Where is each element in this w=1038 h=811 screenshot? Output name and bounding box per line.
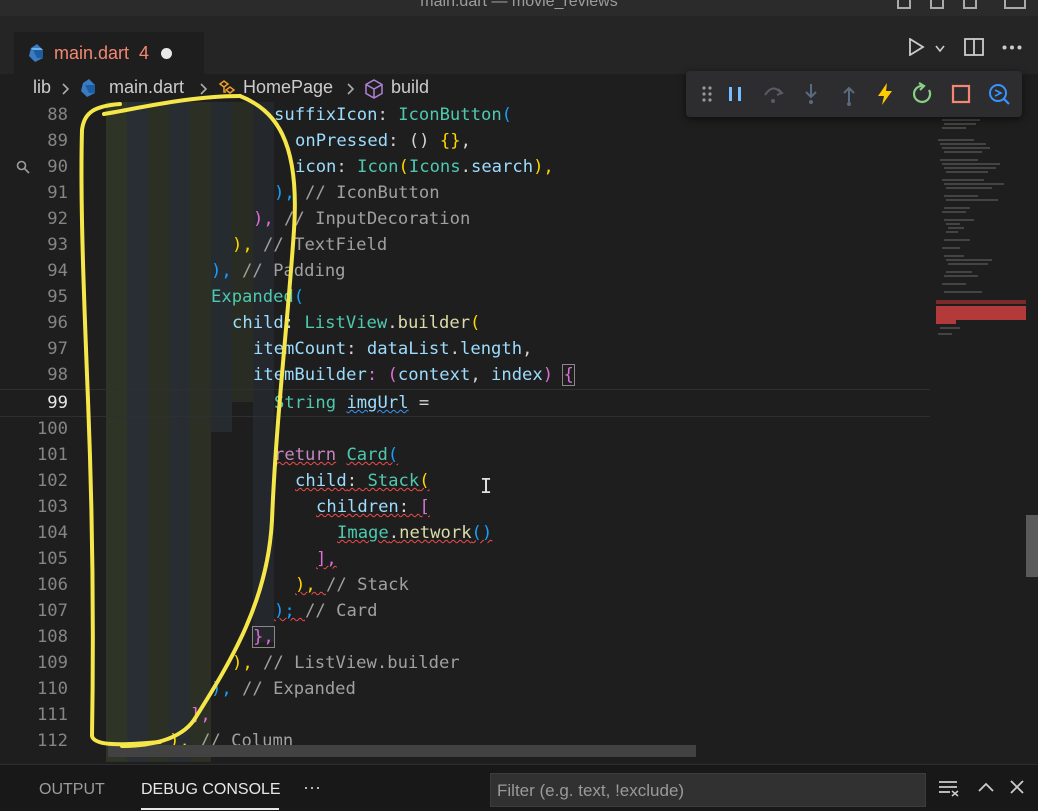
- method-icon: [365, 79, 383, 99]
- step-out-icon[interactable]: [836, 81, 862, 107]
- devtools-icon[interactable]: [986, 81, 1012, 107]
- step-over-icon[interactable]: [760, 81, 786, 107]
- code-line: 106), // Stack: [0, 572, 930, 598]
- tab-main-dart[interactable]: main.dart 4: [14, 32, 204, 74]
- debug-toolbar: [686, 71, 1022, 117]
- horizontal-scrollbar[interactable]: [108, 745, 696, 757]
- code-line: 96 child: ListView.builder(: [0, 310, 930, 336]
- line-number: 93: [47, 235, 68, 255]
- line-number: 105: [36, 549, 68, 569]
- title-bar: main.dart — movie_reviews: [0, 0, 1038, 16]
- clear-console-icon[interactable]: [938, 779, 960, 797]
- problem-count-badge: 4: [139, 42, 150, 63]
- code-line: 105],: [0, 546, 930, 572]
- line-number: 88: [47, 105, 68, 125]
- drag-handle-icon[interactable]: [694, 81, 720, 107]
- line-number: 101: [36, 445, 68, 465]
- editor-tab-bar: main.dart 4: [0, 16, 1038, 75]
- line-number: 103: [36, 497, 68, 517]
- tab-title: main.dart: [54, 42, 130, 63]
- code-line: 90 icon: Icon(Icons.search),: [0, 154, 930, 180]
- line-number: 110: [36, 679, 68, 699]
- stop-icon[interactable]: [948, 81, 974, 107]
- sidebar-toggle-icon[interactable]: [963, 0, 977, 9]
- line-number: 91: [47, 183, 68, 203]
- code-line: 110), // Expanded: [0, 676, 930, 702]
- line-number: 100: [36, 419, 68, 439]
- line-number: 108: [36, 627, 68, 647]
- line-number: 94: [47, 261, 68, 281]
- filter-field[interactable]: [490, 773, 933, 808]
- code-line: 107); // Card: [0, 598, 930, 624]
- minimap[interactable]: [930, 102, 1038, 762]
- line-number: 98: [47, 365, 68, 385]
- code-line: 95 Expanded(: [0, 284, 930, 310]
- layout-toggle-icon[interactable]: [897, 0, 911, 9]
- line-number: 106: [36, 575, 68, 595]
- dart-file-icon: [81, 79, 95, 97]
- panel-more-icon[interactable]: ···: [303, 777, 321, 798]
- restart-icon[interactable]: [910, 81, 936, 107]
- line-number: 112: [36, 731, 68, 751]
- line-number: 107: [36, 601, 68, 621]
- vertical-scrollbar[interactable]: [1026, 515, 1038, 577]
- line-number: 96: [47, 313, 68, 333]
- line-number: 111: [36, 705, 68, 725]
- filter-input[interactable]: [491, 774, 933, 808]
- code-line: 92), // InputDecoration: [0, 206, 930, 232]
- tab-debug-console[interactable]: DEBUG CONSOLE: [141, 781, 281, 799]
- tab-output[interactable]: OUTPUT: [39, 781, 105, 799]
- code-line: 101 return Card(: [0, 442, 930, 468]
- code-line: 98 itemBuilder: (context, index) {: [0, 362, 930, 388]
- line-number: 99: [47, 393, 68, 413]
- maximize-panel-icon[interactable]: [978, 782, 994, 792]
- code-line: 100: [0, 416, 930, 442]
- code-line: 111],: [0, 702, 930, 728]
- code-line: 93), // TextField: [0, 232, 930, 258]
- code-line: 89 onPressed: () {},: [0, 128, 930, 154]
- chevron-down-icon[interactable]: [935, 45, 945, 53]
- class-icon: [218, 80, 236, 94]
- line-number: 89: [47, 131, 68, 151]
- line-number: 109: [36, 653, 68, 673]
- chevron-right-icon: [200, 83, 208, 95]
- minimap-preview: [936, 115, 1026, 335]
- code-line: 91), // IconButton: [0, 180, 930, 206]
- line-number: 95: [47, 287, 68, 307]
- bottom-panel: OUTPUT DEBUG CONSOLE ···: [0, 764, 1038, 811]
- text-cursor-icon: I: [480, 474, 493, 498]
- hot-reload-icon[interactable]: [872, 81, 898, 107]
- unsaved-dot-icon[interactable]: [161, 47, 173, 59]
- line-number: 92: [47, 209, 68, 229]
- line-number: 104: [36, 523, 68, 543]
- breadcrumb-file[interactable]: main.dart: [109, 77, 184, 98]
- code-line: 94), // Padding: [0, 258, 930, 284]
- chevron-right-icon: [62, 83, 70, 95]
- code-line: 109), // ListView.builder: [0, 650, 930, 676]
- code-line: 97 itemCount: dataList.length,: [0, 336, 930, 362]
- breadcrumb-lib[interactable]: lib: [33, 77, 51, 98]
- run-icon[interactable]: [907, 38, 925, 56]
- code-line: 104 Image.network(): [0, 520, 930, 546]
- line-number: 102: [36, 471, 68, 491]
- code-line: 108},: [0, 624, 930, 650]
- line-number: 90: [47, 157, 68, 177]
- code-editor[interactable]: 88 suffixIcon: IconButton( 89 onPressed: (…: [0, 102, 930, 762]
- dart-file-icon: [29, 44, 43, 62]
- pause-icon[interactable]: [722, 81, 748, 107]
- code-line: 102 child: Stack(: [0, 468, 930, 494]
- breadcrumb-method[interactable]: build: [391, 77, 429, 98]
- chevron-right-icon: [347, 83, 355, 95]
- breadcrumb-class[interactable]: HomePage: [243, 77, 333, 98]
- line-number: 97: [47, 339, 68, 359]
- step-into-icon[interactable]: [798, 81, 824, 107]
- customize-layout-icon[interactable]: [1004, 0, 1026, 9]
- split-editor-icon[interactable]: [964, 38, 984, 56]
- code-line: 103 children: [: [0, 494, 930, 520]
- more-actions-icon[interactable]: [1002, 45, 1022, 50]
- code-line: 99 String imgUrl =: [0, 390, 930, 416]
- window-title: main.dart — movie_reviews: [420, 0, 618, 10]
- panel-toggle-icon[interactable]: [930, 0, 944, 9]
- close-panel-icon[interactable]: [1010, 780, 1024, 794]
